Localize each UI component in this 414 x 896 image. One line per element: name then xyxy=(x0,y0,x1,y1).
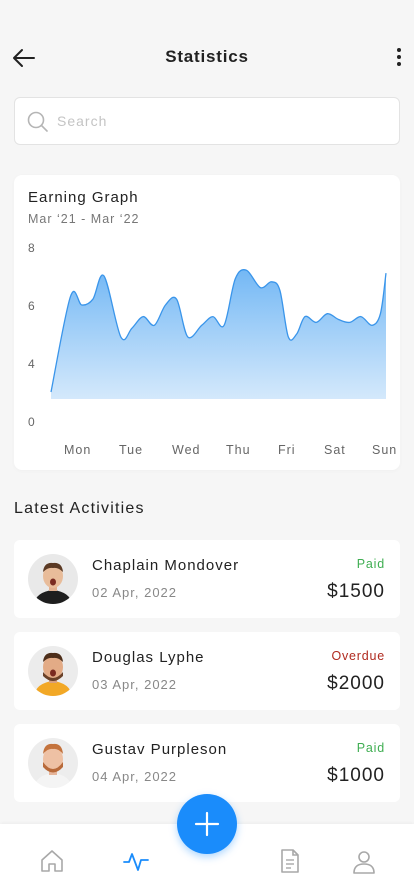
y-tick-label: 6 xyxy=(28,299,35,313)
activity-amount: $2000 xyxy=(327,673,385,694)
x-tick-label: Fri xyxy=(278,443,296,457)
activity-date: 04 Apr, 2022 xyxy=(92,769,178,784)
earning-graph-card: Earning Graph Mar ‘21 - Mar ‘22 8 6 4 0 Mon T… xyxy=(14,175,400,470)
page-title: Statistics xyxy=(165,47,249,66)
nav-profile[interactable] xyxy=(351,848,377,874)
y-tick-label: 8 xyxy=(28,241,35,255)
x-tick-label: Thu xyxy=(226,443,251,457)
activity-name: Gustav Purpleson xyxy=(92,741,228,758)
activity-amount: $1500 xyxy=(327,581,385,602)
avatar xyxy=(28,738,78,788)
earning-chart: 8 6 4 0 Mon Tue Wed Thu Fri Sat Sun xyxy=(28,241,397,457)
avatar xyxy=(28,554,78,604)
avatar xyxy=(28,646,78,696)
activity-item[interactable]: Gustav Purpleson 04 Apr, 2022 Paid $1000 xyxy=(14,724,400,802)
activity-name: Douglas Lyphe xyxy=(92,649,205,666)
add-icon xyxy=(194,811,220,837)
activity-item[interactable]: Douglas Lyphe 03 Apr, 2022 Overdue $2000 xyxy=(14,632,400,710)
document-icon xyxy=(281,849,299,873)
add-button[interactable] xyxy=(177,794,237,854)
activity-item[interactable]: Chaplain Mondover 02 Apr, 2022 Paid $150… xyxy=(14,540,400,618)
search-icon xyxy=(27,111,48,132)
activity-date: 02 Apr, 2022 xyxy=(92,585,178,600)
latest-activities-title: Latest Activities xyxy=(14,500,145,517)
x-tick-label: Sun xyxy=(372,443,397,457)
user-icon xyxy=(353,851,375,874)
home-icon xyxy=(41,850,63,872)
y-tick-label: 4 xyxy=(28,357,35,371)
status-badge: Paid xyxy=(356,741,385,755)
status-badge: Paid xyxy=(356,557,385,571)
top-bar: Statistics xyxy=(0,0,414,96)
x-tick-label: Mon xyxy=(64,443,91,457)
activity-name: Chaplain Mondover xyxy=(92,557,240,574)
x-tick-label: Sat xyxy=(324,443,346,457)
activity-icon xyxy=(123,853,149,871)
activity-amount: $1000 xyxy=(327,765,385,786)
nav-home[interactable] xyxy=(39,848,65,874)
status-badge: Overdue xyxy=(331,649,385,663)
earning-area xyxy=(51,269,386,399)
nav-documents[interactable] xyxy=(277,848,303,874)
more-options-button[interactable] xyxy=(392,44,406,72)
more-vertical-icon xyxy=(397,48,401,52)
activity-date: 03 Apr, 2022 xyxy=(92,677,178,692)
search-bar[interactable] xyxy=(14,97,400,145)
y-tick-label: 0 xyxy=(28,415,35,429)
x-tick-label: Wed xyxy=(172,443,200,457)
search-input[interactable] xyxy=(57,98,387,144)
nav-statistics[interactable] xyxy=(123,848,149,874)
x-tick-label: Tue xyxy=(119,443,143,457)
